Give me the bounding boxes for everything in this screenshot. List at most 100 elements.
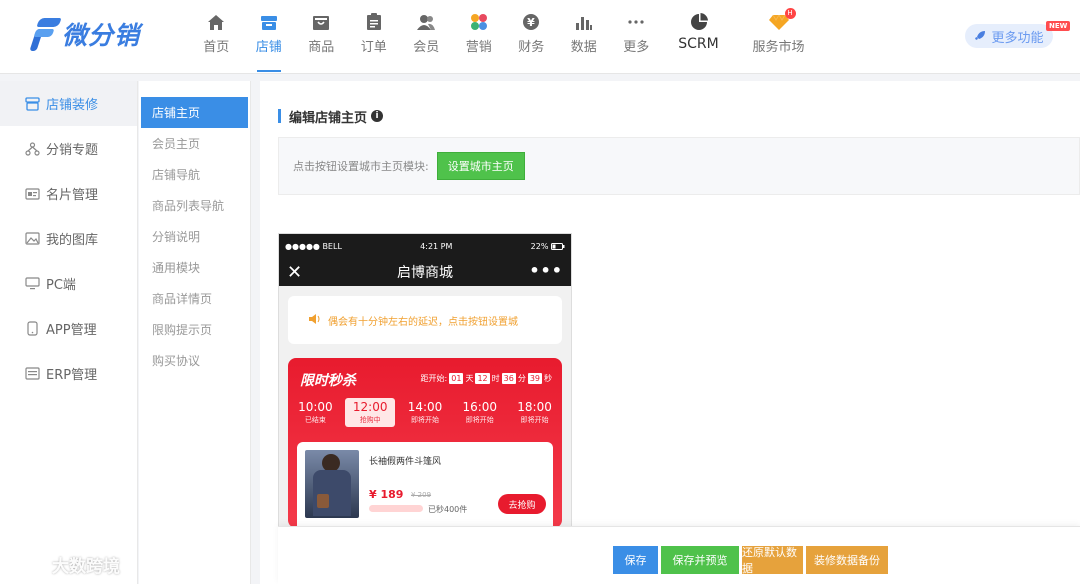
flash-sale-module[interactable]: 限时秒杀 距开始: 01 天 12 时 36 分 39 秒 10:00 已结束 12:00… bbox=[288, 358, 562, 532]
hot-badge: H bbox=[784, 8, 796, 19]
main-nav: 首页 店铺 商品 订单 会员 营销 ¥ 财务 数据 更多 SCRM H 服务市场 bbox=[190, 0, 823, 74]
sidebar-item-erp[interactable]: ERP管理 bbox=[0, 351, 137, 396]
sub-sidebar: 店铺主页 会员主页 店铺导航 商品列表导航 分销说明 通用模块 商品详情页 限购… bbox=[139, 81, 251, 584]
countdown-seconds: 39 bbox=[527, 373, 542, 384]
subnav-goods-detail[interactable]: 商品详情页 bbox=[139, 283, 250, 314]
yen-icon: ¥ bbox=[505, 12, 558, 32]
buy-now-button[interactable]: 去抢购 bbox=[498, 494, 546, 514]
product-name: 长袖假两件斗篷风 bbox=[369, 457, 442, 467]
nav-item-store[interactable]: 店铺 bbox=[243, 0, 296, 74]
page-title-text: 编辑店铺主页 bbox=[289, 110, 368, 126]
phone-notice-bar[interactable]: 偶会有十分钟左右的延迟，点击按钮设置城 bbox=[288, 296, 562, 344]
shop-decor-icon bbox=[24, 96, 40, 112]
rocket-icon bbox=[975, 31, 986, 40]
product-image bbox=[305, 450, 359, 518]
nav-label: 订单 bbox=[360, 40, 387, 55]
product-card[interactable]: 长袖假两件斗篷风 ¥ 189 ¥ 209 已秒400件 去抢购 bbox=[297, 442, 553, 532]
nav-item-scrm[interactable]: SCRM bbox=[663, 0, 735, 74]
subnav-common-module[interactable]: 通用模块 bbox=[139, 252, 250, 283]
sold-progress-bar bbox=[369, 505, 423, 512]
phone-nav-bar: ✕ 启博商城 ••• bbox=[279, 258, 571, 286]
city-home-notice: 点击按钮设置城市主页模块: 设置城市主页 bbox=[278, 137, 1080, 195]
set-city-home-button[interactable]: 设置城市主页 bbox=[436, 152, 525, 180]
countdown-days: 01 bbox=[449, 373, 464, 384]
nav-item-goods[interactable]: 商品 bbox=[295, 0, 348, 74]
more-dots-icon[interactable]: ••• bbox=[529, 261, 563, 280]
nav-label: 数据 bbox=[570, 40, 597, 55]
flash-sale-title: 限时秒杀 bbox=[300, 373, 356, 389]
sidebar-item-app[interactable]: APP管理 bbox=[0, 306, 137, 351]
subnav-limit-tip[interactable]: 限购提示页 bbox=[139, 314, 250, 345]
subnav-member-home[interactable]: 会员主页 bbox=[139, 128, 250, 159]
countdown-minutes: 36 bbox=[501, 373, 516, 384]
time-slots: 10:00 已结束 12:00 抢购中 14:00 即将开始 16:00 即将开始 18… bbox=[288, 398, 562, 427]
store-icon bbox=[243, 12, 296, 32]
more-features-label: 更多功能 bbox=[991, 30, 1044, 46]
sidebar-item-label: 分销专题 bbox=[46, 143, 99, 158]
close-icon[interactable]: ✕ bbox=[287, 262, 302, 283]
nav-item-service-market[interactable]: H 服务市场 bbox=[735, 0, 823, 74]
nav-item-marketing[interactable]: 营销 bbox=[453, 0, 506, 74]
save-button[interactable]: 保存 bbox=[613, 546, 658, 574]
card-icon bbox=[24, 186, 40, 202]
sidebar-item-card[interactable]: 名片管理 bbox=[0, 171, 137, 216]
nav-item-data[interactable]: 数据 bbox=[558, 0, 611, 74]
sidebar-item-label: 名片管理 bbox=[46, 188, 99, 203]
svg-text:¥: ¥ bbox=[527, 16, 535, 29]
backup-data-button[interactable]: 装修数据备份 bbox=[806, 546, 888, 574]
sidebar-item-label: APP管理 bbox=[46, 323, 97, 338]
time-slot[interactable]: 16:00 即将开始 bbox=[455, 400, 505, 427]
subnav-purchase-agreement[interactable]: 购买协议 bbox=[139, 345, 250, 376]
notice-text: 点击按钮设置城市主页模块: bbox=[293, 160, 429, 173]
home-icon bbox=[190, 12, 243, 32]
nav-item-more[interactable]: 更多 bbox=[610, 0, 663, 74]
sidebar-item-pc[interactable]: PC端 bbox=[0, 261, 137, 306]
nav-label: 财务 bbox=[518, 40, 545, 55]
nav-label: SCRM bbox=[678, 36, 719, 52]
logo-mark-icon bbox=[29, 16, 62, 52]
watermark-logo-icon bbox=[9, 555, 45, 573]
sidebar-item-label: ERP管理 bbox=[46, 368, 98, 383]
page-title: 编辑店铺主页 i bbox=[278, 109, 384, 126]
erp-icon bbox=[24, 366, 40, 382]
phone-time: 4:21 PM bbox=[420, 241, 453, 251]
subnav-store-nav[interactable]: 店铺导航 bbox=[139, 159, 250, 190]
ellipsis-icon bbox=[610, 12, 663, 32]
time-slot[interactable]: 18:00 即将开始 bbox=[510, 400, 560, 427]
nav-item-finance[interactable]: ¥ 财务 bbox=[505, 0, 558, 74]
restore-default-button[interactable]: 还原默认数据 bbox=[742, 546, 803, 575]
image-icon bbox=[24, 231, 40, 247]
save-preview-button[interactable]: 保存并预览 bbox=[661, 546, 739, 574]
carrier: ●●●●● BELL bbox=[285, 241, 342, 251]
phone-status-bar: ●●●●● BELL 4:21 PM 22% bbox=[279, 234, 571, 258]
clipboard-icon bbox=[348, 12, 401, 32]
logo[interactable]: 微分销 bbox=[29, 16, 141, 52]
subnav-distribution-desc[interactable]: 分销说明 bbox=[139, 221, 250, 252]
product-price: ¥ 189 bbox=[369, 488, 404, 501]
product-original-price: ¥ 209 bbox=[411, 491, 432, 499]
subnav-goods-list-nav[interactable]: 商品列表导航 bbox=[139, 190, 250, 221]
sidebar-item-label: PC端 bbox=[46, 278, 76, 293]
sidebar-item-gallery[interactable]: 我的图库 bbox=[0, 216, 137, 261]
battery: 22% bbox=[531, 242, 565, 251]
time-slot-active[interactable]: 12:00 抢购中 bbox=[345, 398, 396, 427]
nav-item-orders[interactable]: 订单 bbox=[348, 0, 401, 74]
time-slot[interactable]: 14:00 即将开始 bbox=[400, 400, 450, 427]
users-icon bbox=[400, 12, 453, 32]
nav-label: 更多 bbox=[623, 40, 650, 55]
info-icon[interactable]: i bbox=[371, 110, 384, 122]
sidebar-item-shop-decor[interactable]: 店铺装修 bbox=[0, 81, 137, 126]
sidebar-item-distribution[interactable]: 分销专题 bbox=[0, 126, 137, 171]
nav-label: 商品 bbox=[308, 40, 335, 55]
logo-text: 微分销 bbox=[62, 21, 141, 50]
watermark: 大数跨境 bbox=[8, 552, 120, 577]
nav-item-members[interactable]: 会员 bbox=[400, 0, 453, 74]
distribution-icon bbox=[24, 141, 40, 157]
bottom-action-bar: 保存 保存并预览 还原默认数据 装修数据备份 bbox=[278, 526, 1080, 584]
battery-icon bbox=[551, 242, 565, 250]
time-slot[interactable]: 10:00 已结束 bbox=[290, 400, 340, 427]
more-features-button[interactable]: 更多功能 bbox=[965, 24, 1053, 48]
subnav-store-home[interactable]: 店铺主页 bbox=[141, 97, 248, 128]
nav-item-home[interactable]: 首页 bbox=[190, 0, 243, 74]
box-icon bbox=[295, 12, 348, 32]
